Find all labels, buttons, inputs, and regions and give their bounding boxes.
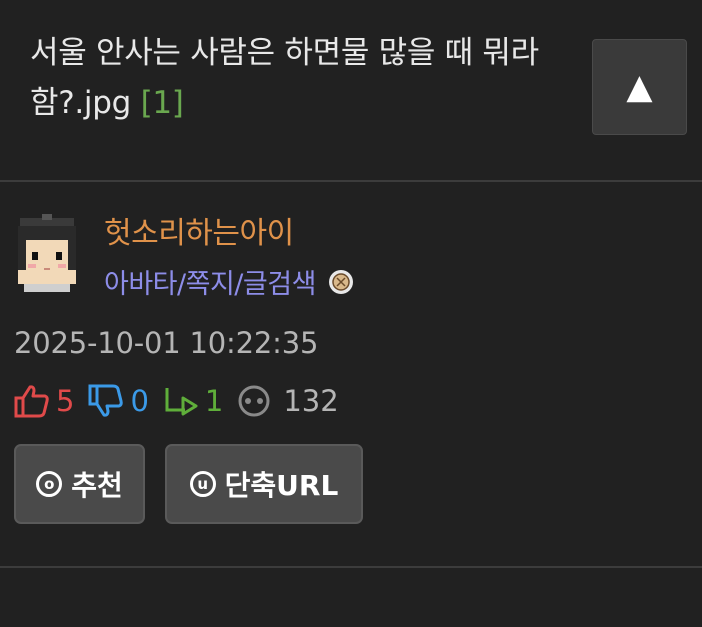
downvote-stat: 0 <box>88 384 149 418</box>
thumbs-up-icon <box>14 385 49 418</box>
post-timestamp: 2025-10-01 10:22:35 <box>14 326 319 360</box>
views-stat: 132 <box>237 384 339 418</box>
level-badge-icon <box>328 269 353 294</box>
downvote-count: 0 <box>130 384 149 418</box>
divider <box>0 180 702 182</box>
post-title-text: 서울 안사는 사람은 하면물 많을 때 뭐라함?.jpg <box>30 35 539 121</box>
reply-stat: 1 <box>163 384 223 418</box>
short-url-label: 단축URL <box>224 469 339 502</box>
recommend-label: 추천 <box>71 469 123 502</box>
upvote-count: 5 <box>56 384 75 418</box>
short-url-icon: u <box>189 471 216 497</box>
avatar[interactable] <box>14 214 80 292</box>
author-links: 아바타/쪽지/글검색 <box>104 262 354 301</box>
views-count: 132 <box>283 384 339 418</box>
author-links-text[interactable]: 아바타/쪽지/글검색 <box>104 262 316 301</box>
post-title: 서울 안사는 사람은 하면물 많을 때 뭐라함?.jpg [1] <box>30 28 550 128</box>
divider <box>0 566 702 568</box>
comment-count[interactable]: [1] <box>141 85 184 121</box>
views-icon <box>238 385 270 417</box>
up-arrow-icon: ▲ <box>626 67 653 107</box>
short-url-button[interactable]: u 단축URL <box>165 444 363 524</box>
scroll-top-button[interactable]: ▲ <box>592 39 687 135</box>
recommend-icon: o <box>36 471 63 497</box>
author-nickname[interactable]: 헛소리하는아이 <box>104 208 294 252</box>
reply-icon <box>165 388 198 416</box>
thumbs-down-icon <box>88 384 124 417</box>
recommend-button[interactable]: o 추천 <box>14 444 145 524</box>
post-stats: 5 0 1 132 <box>14 382 353 420</box>
upvote-stat: 5 <box>14 384 74 418</box>
reply-count: 1 <box>204 384 224 418</box>
